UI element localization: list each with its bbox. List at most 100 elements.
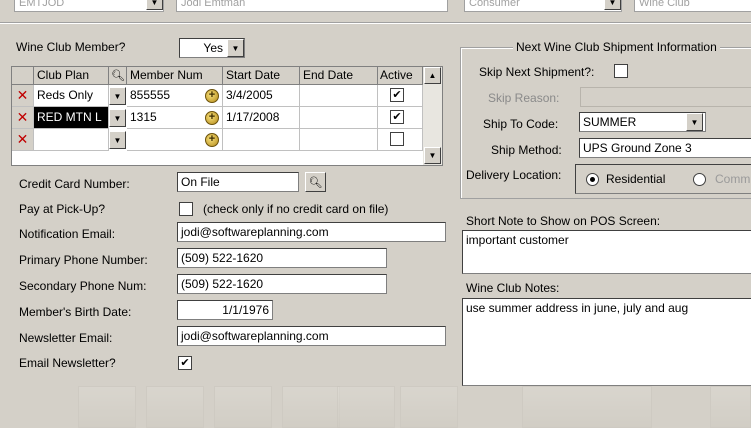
grid-row2-plan[interactable]: RED MTN L — [34, 107, 109, 129]
grid-row3-plan-dropdown[interactable]: ▼ — [109, 131, 126, 149]
credit-card-label: Credit Card Number: — [19, 177, 130, 191]
scroll-up-button[interactable]: ▲ — [424, 67, 441, 84]
grid-header-club-plan-label: Club Plan — [37, 68, 90, 82]
skip-reason-label: Skip Reason: — [488, 91, 560, 105]
grid-row3-plan[interactable] — [34, 129, 109, 151]
top-field-name[interactable]: Jodi Emtman — [176, 0, 448, 12]
primary-phone-field[interactable]: (509) 522-1620 — [177, 248, 387, 268]
skip-shipment-checkbox[interactable] — [614, 64, 628, 78]
birth-date-field[interactable]: 1/1/1976 — [177, 300, 273, 320]
top-field-category[interactable]: Wine Club — [634, 0, 751, 12]
grid-row2-end-date[interactable] — [300, 107, 378, 129]
skip-reason-field — [580, 87, 751, 107]
birth-date-label: Member's Birth Date: — [19, 305, 132, 319]
grid-row1-active-checkbox[interactable]: ✔ — [390, 88, 404, 102]
toolbar-icon-1[interactable] — [78, 386, 136, 428]
secondary-phone-field[interactable]: (509) 522-1620 — [177, 274, 387, 294]
email-newsletter-label: Email Newsletter? — [19, 356, 116, 370]
triangle-down-icon: ▼ — [113, 135, 122, 145]
pay-pickup-note: (check only if no credit card on file) — [203, 202, 389, 216]
triangle-down-icon: ▼ — [690, 117, 699, 127]
shipment-group-title: Next Wine Club Shipment Information — [513, 40, 720, 54]
wine-club-member-value: Yes — [203, 41, 223, 55]
toolbar-icon-5[interactable] — [337, 386, 395, 428]
magnifier-icon: 🔍︎ — [308, 176, 323, 189]
plus-coin-icon[interactable]: + — [205, 89, 219, 103]
grid-header-end-date[interactable]: End Date — [300, 67, 378, 85]
grid-header-active[interactable]: Active — [378, 67, 423, 85]
grid-row1-plan[interactable]: Reds Only — [34, 85, 109, 107]
triangle-up-icon: ▲ — [428, 71, 437, 80]
plus-coin-icon[interactable]: + — [205, 133, 219, 147]
grid-header-rowselector — [12, 67, 34, 85]
newsletter-email-label: Newsletter Email: — [19, 331, 113, 345]
grid-row2-delete-icon[interactable]: ✕ — [12, 107, 34, 129]
top-divider — [0, 22, 751, 24]
toolbar-icon-4[interactable] — [282, 386, 340, 428]
grid-row2-start-date[interactable]: 1/17/2008 — [223, 107, 300, 129]
grid-row3-delete-icon[interactable]: ✕ — [12, 129, 34, 151]
credit-card-search-button[interactable]: 🔍︎ — [305, 172, 326, 192]
scroll-down-button[interactable]: ▼ — [424, 147, 441, 164]
grid-row1-end-date[interactable] — [300, 85, 378, 107]
triangle-down-icon: ▼ — [150, 0, 159, 7]
ship-method-label: Ship Method: — [491, 143, 562, 157]
plus-coin-icon[interactable]: + — [205, 111, 219, 125]
newsletter-email-field[interactable]: jodi@softwareplanning.com — [177, 326, 446, 346]
pay-pickup-label: Pay at Pick-Up? — [19, 202, 106, 216]
short-note-textarea[interactable]: important customer — [462, 230, 751, 274]
wine-club-notes-textarea[interactable]: use summer address in june, july and aug — [462, 298, 751, 386]
toolbar-nav-icon[interactable] — [522, 386, 652, 428]
grid-row2-plan-dropdown[interactable]: ▼ — [109, 109, 126, 127]
grid-header-start-date-label: Start Date — [226, 68, 281, 82]
ship-to-label: Ship To Code: — [483, 117, 559, 131]
secondary-phone-label: Secondary Phone Num: — [19, 279, 147, 293]
delivery-location-label: Delivery Location: — [466, 168, 562, 182]
ship-method-field[interactable]: UPS Ground Zone 3 — [579, 138, 751, 158]
grid-row2-active-checkbox[interactable]: ✔ — [390, 110, 404, 124]
grid-header-search[interactable]: 🔍︎ — [109, 67, 127, 85]
wine-club-member-dropdown[interactable]: ▼ — [227, 39, 244, 57]
residential-radio[interactable] — [586, 173, 599, 186]
primary-phone-label: Primary Phone Number: — [19, 253, 148, 267]
grid-header-active-label: Active — [380, 68, 413, 82]
credit-card-field[interactable]: On File — [177, 172, 299, 192]
grid-row1-plan-dropdown[interactable]: ▼ — [109, 87, 126, 105]
triangle-down-icon: ▼ — [231, 43, 240, 53]
ship-to-dropdown[interactable]: ▼ — [686, 113, 703, 131]
grid-header-member-num-label: Member Num — [130, 68, 203, 82]
grid-header-member-num[interactable]: Member Num — [127, 67, 223, 85]
wine-club-notes-label: Wine Club Notes: — [466, 281, 560, 295]
magnifier-icon: 🔍︎ — [111, 70, 125, 82]
email-newsletter-checkbox[interactable]: ✔ — [178, 356, 192, 370]
toolbar-icon-6[interactable] — [400, 386, 458, 428]
grid-header-club-plan[interactable]: Club Plan — [34, 67, 109, 85]
commercial-radio[interactable] — [693, 173, 706, 186]
grid-header-start-date[interactable]: Start Date — [223, 67, 300, 85]
residential-label: Residential — [606, 172, 666, 186]
top-field-id[interactable]: EMTJOD — [14, 0, 164, 12]
notification-email-label: Notification Email: — [19, 227, 116, 241]
triangle-down-icon: ▼ — [608, 0, 617, 7]
grid-row1-start-date[interactable]: 3/4/2005 — [223, 85, 300, 107]
wine-club-member-label: Wine Club Member? — [16, 40, 126, 54]
skip-shipment-label: Skip Next Shipment?: — [479, 65, 595, 79]
top-field-type[interactable]: Consumer — [464, 0, 622, 12]
toolbar-icon-8[interactable] — [710, 386, 751, 428]
triangle-down-icon: ▼ — [113, 91, 122, 101]
toolbar-icon-3[interactable] — [214, 386, 272, 428]
short-note-label: Short Note to Show on POS Screen: — [466, 214, 661, 228]
pay-pickup-checkbox[interactable] — [179, 202, 193, 216]
grid-row3-start-date[interactable] — [223, 129, 300, 151]
notification-email-field[interactable]: jodi@softwareplanning.com — [177, 222, 446, 242]
grid-header-end-date-label: End Date — [303, 68, 354, 82]
club-plan-grid: Club Plan 🔍︎ Member Num Start Date End D… — [11, 66, 443, 166]
top-field-type-dropdown[interactable]: ▼ — [604, 0, 621, 10]
grid-row3-active-checkbox[interactable] — [390, 132, 404, 146]
grid-row1-delete-icon[interactable]: ✕ — [12, 85, 34, 107]
top-field-id-dropdown[interactable]: ▼ — [146, 0, 163, 10]
toolbar-icon-2[interactable] — [146, 386, 204, 428]
grid-scrollbar[interactable]: ▲ ▼ — [423, 67, 442, 165]
grid-row3-end-date[interactable] — [300, 129, 378, 151]
triangle-down-icon: ▼ — [113, 113, 122, 123]
